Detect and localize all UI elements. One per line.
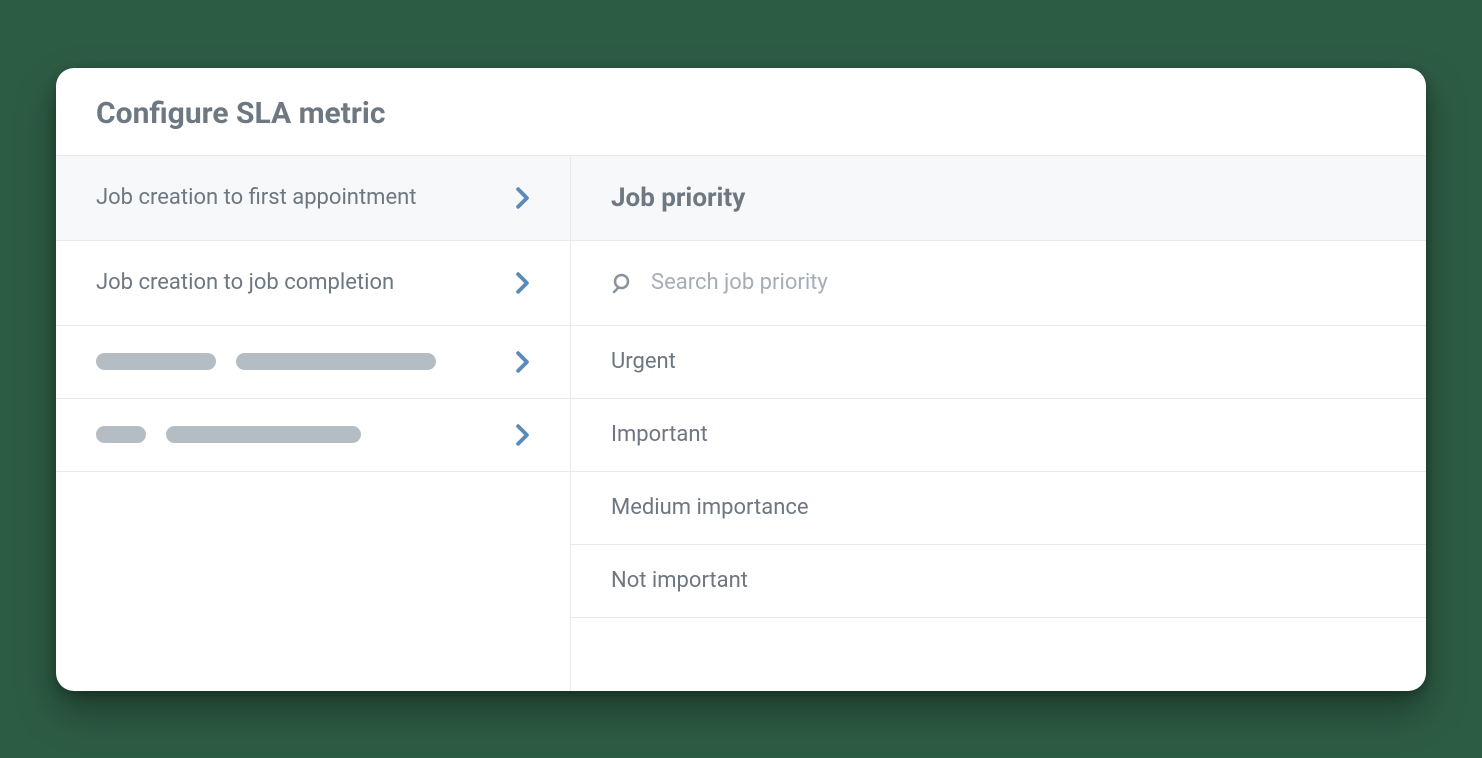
priority-title: Job priority <box>611 183 745 213</box>
config-card: Configure SLA metric Job creation to fir… <box>56 68 1426 691</box>
priority-panel: Job priority Urgent Important Medium imp… <box>571 156 1426 691</box>
chevron-right-icon <box>515 272 530 294</box>
priority-label: Important <box>611 422 708 447</box>
priority-header: Job priority <box>571 156 1426 241</box>
priority-item-empty <box>571 618 1426 691</box>
page-title: Configure SLA metric <box>96 96 1386 131</box>
card-header: Configure SLA metric <box>56 68 1426 156</box>
search-icon <box>611 271 635 295</box>
priority-item-urgent[interactable]: Urgent <box>571 326 1426 399</box>
chevron-right-icon <box>515 187 530 209</box>
priority-item-important[interactable]: Important <box>571 399 1426 472</box>
priority-item-medium[interactable]: Medium importance <box>571 472 1426 545</box>
metric-item-placeholder[interactable] <box>56 326 570 399</box>
placeholder-bar <box>166 426 361 443</box>
priority-item-not-important[interactable]: Not important <box>571 545 1426 618</box>
metric-item-placeholder[interactable] <box>56 399 570 472</box>
chevron-right-icon <box>515 351 530 373</box>
metric-item-job-completion[interactable]: Job creation to job completion <box>56 241 570 326</box>
metric-item-first-appointment[interactable]: Job creation to first appointment <box>56 156 570 241</box>
chevron-right-icon <box>515 424 530 446</box>
placeholder-bar <box>96 353 216 370</box>
search-row <box>571 241 1426 326</box>
search-input[interactable] <box>651 270 1386 295</box>
priority-label: Urgent <box>611 349 676 374</box>
placeholder-bar <box>236 353 436 370</box>
placeholder-bar <box>96 426 146 443</box>
card-body: Job creation to first appointment Job cr… <box>56 156 1426 691</box>
metric-label: Job creation to job completion <box>96 270 515 295</box>
metrics-panel: Job creation to first appointment Job cr… <box>56 156 571 691</box>
metric-label: Job creation to first appointment <box>96 185 515 210</box>
priority-label: Medium importance <box>611 495 809 520</box>
priority-label: Not important <box>611 568 748 593</box>
